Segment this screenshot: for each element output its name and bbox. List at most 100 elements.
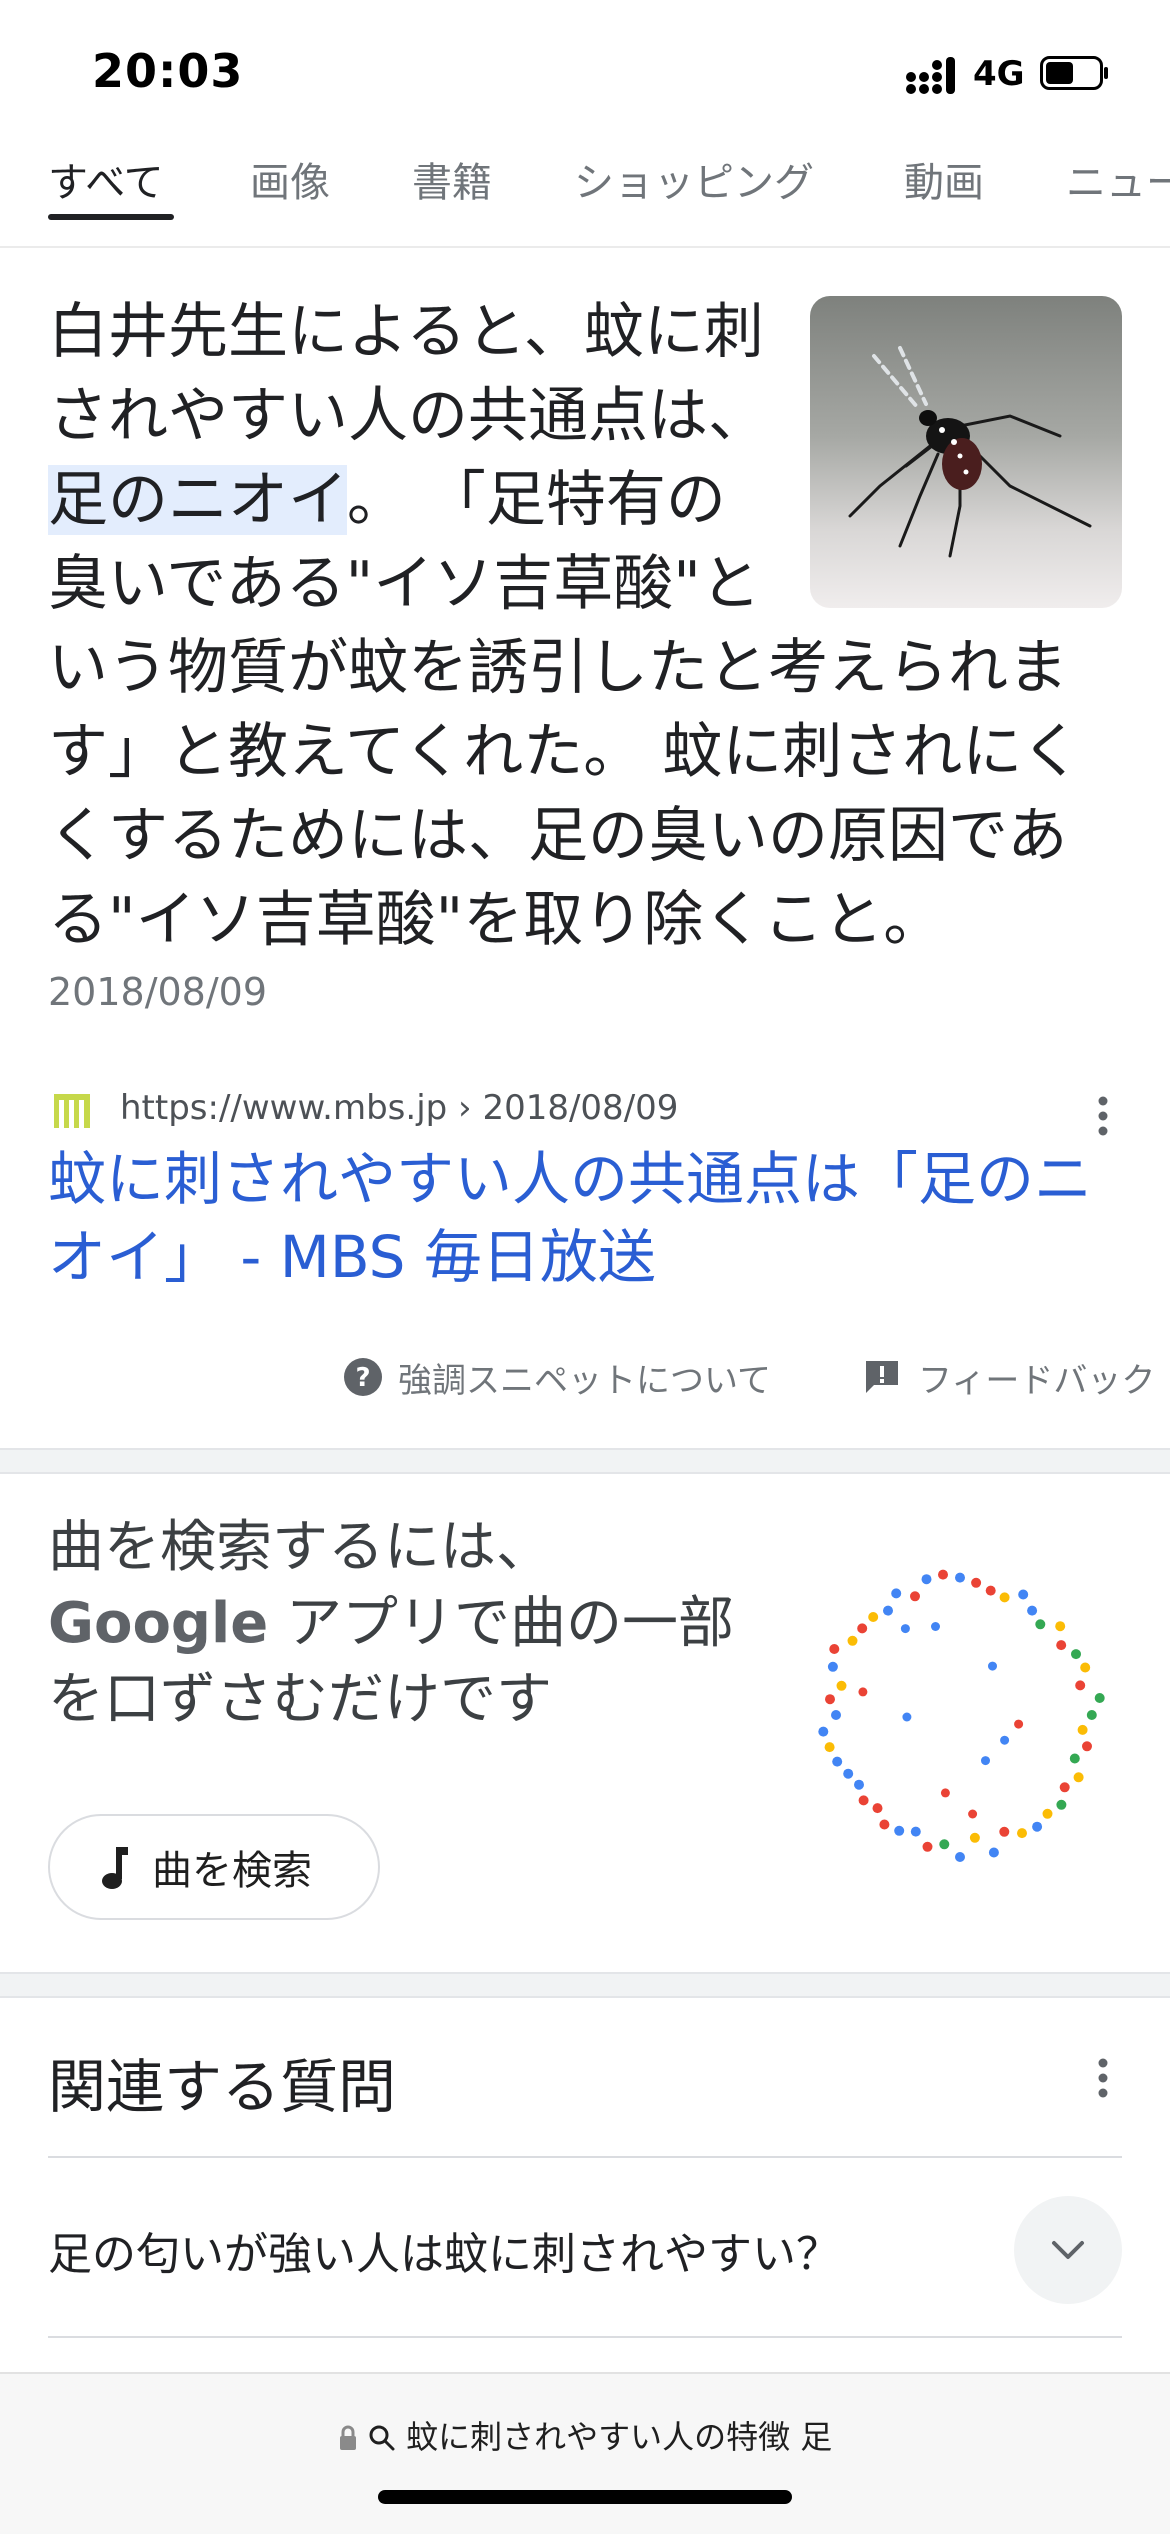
- sound-dot: [969, 1832, 980, 1843]
- sound-dot: [1077, 1724, 1088, 1735]
- sound-dot: [1075, 1680, 1086, 1691]
- sound-dot: [872, 1803, 883, 1814]
- related-divider: [48, 2156, 1122, 2158]
- sound-dot: [931, 1622, 940, 1631]
- sound-dot: [891, 1588, 902, 1599]
- sound-dot: [1080, 1662, 1091, 1673]
- feedback-label: フィードバック: [918, 1360, 1156, 1401]
- tab-videos[interactable]: 動画: [904, 150, 984, 208]
- feedback-button[interactable]: フィードバック: [862, 1352, 1155, 1402]
- sound-dot: [1035, 1619, 1046, 1630]
- sound-dot: [847, 1635, 858, 1646]
- sound-dot: [1069, 1753, 1080, 1764]
- status-time: 20:03: [92, 44, 244, 98]
- home-indicator: [378, 2490, 792, 2504]
- tab-images[interactable]: 画像: [250, 150, 330, 208]
- mbs-favicon-icon: [54, 1094, 90, 1128]
- sound-dot: [829, 1644, 840, 1654]
- search-icon: [369, 2425, 395, 2451]
- sound-dot: [883, 1605, 893, 1616]
- sound-dot: [1059, 1782, 1070, 1793]
- sound-dot: [988, 1661, 997, 1671]
- sound-dot: [938, 1569, 948, 1580]
- feedback-icon: [866, 1361, 898, 1393]
- search-tabs: すべて 画像 書籍 ショッピング 動画 ニュー: [0, 140, 1170, 248]
- search-query: 蚊に刺されやすい人の特徴 足: [406, 2418, 833, 2456]
- sound-dot: [971, 1577, 982, 1588]
- sound-dot: [1027, 1605, 1038, 1616]
- related-more-icon[interactable]: [1090, 2056, 1116, 2100]
- section-separator: [0, 1448, 1170, 1474]
- sound-dot: [968, 1809, 978, 1819]
- related-questions-title: 関連する質問: [48, 2053, 397, 2121]
- sound-dot: [922, 1841, 933, 1852]
- featured-snippet-text: 白井先生によると、蚊に刺されやすい人の共通点は、足のニオイ。 「足特有の臭いであ…: [48, 290, 1122, 962]
- tabs-divider: [0, 246, 1170, 248]
- snippet-text-start: 白井先生によると、蚊に刺されやすい人の共通点は、: [48, 297, 768, 451]
- section-separator-2: [0, 1972, 1170, 1998]
- about-label: 強調スニペットについて: [398, 1360, 771, 1401]
- lock-icon: [339, 2425, 356, 2450]
- sound-dot: [858, 1687, 868, 1697]
- sound-dot: [902, 1712, 912, 1722]
- sound-dot: [879, 1819, 890, 1830]
- about-featured-snippets[interactable]: ? 強調スニペットについて: [342, 1352, 771, 1402]
- source-title-link[interactable]: 蚊に刺されやすい人の共通点は「足のニオイ」 - MBS 毎日放送: [48, 1140, 1122, 1296]
- snippet-date: 2018/08/09: [48, 970, 268, 1014]
- sound-dot: [1086, 1710, 1097, 1720]
- svg-text:?: ?: [355, 1363, 370, 1393]
- sound-dot: [854, 1779, 864, 1790]
- sound-dot: [921, 1574, 932, 1585]
- sound-dots-icon: [818, 1569, 1105, 1862]
- search-song-button[interactable]: 曲を検索: [48, 1814, 380, 1920]
- sound-dot: [894, 1825, 905, 1836]
- sound-dot: [825, 1694, 835, 1705]
- snippet-highlight: 足のニオイ: [48, 465, 347, 535]
- sound-dot: [900, 1624, 910, 1634]
- network-type: 4G: [973, 54, 1025, 94]
- song-text-1: 曲を検索するには、: [48, 1515, 552, 1580]
- tab-shopping[interactable]: ショッピング: [574, 150, 814, 208]
- sound-dot: [824, 1742, 835, 1753]
- sound-dot: [1073, 1772, 1084, 1783]
- sound-dot: [981, 1756, 990, 1766]
- music-note-icon: [102, 1847, 128, 1889]
- sound-dot: [1055, 1621, 1066, 1632]
- sound-dot: [910, 1826, 921, 1837]
- sound-dot: [985, 1585, 996, 1596]
- cellular-signal-icon: [906, 57, 955, 94]
- song-search-text: 曲を検索するには、 Google アプリで曲の一部を口ずさむだけです: [48, 1510, 768, 1738]
- sound-dot: [1017, 1828, 1027, 1839]
- sound-dot: [1071, 1649, 1081, 1660]
- sound-dot: [827, 1661, 838, 1672]
- address-bar-content[interactable]: 蚊に刺されやすい人の特徴 足: [0, 2412, 1170, 2458]
- tab-news[interactable]: ニュー: [1066, 150, 1170, 208]
- sound-dot: [999, 1592, 1010, 1603]
- sound-dot: [999, 1826, 1010, 1837]
- sound-dot: [1056, 1640, 1067, 1651]
- sound-dot: [955, 1852, 965, 1862]
- sound-dot: [858, 1795, 869, 1806]
- sound-dot: [1094, 1693, 1105, 1703]
- sound-dot: [831, 1710, 841, 1720]
- sound-dot: [1032, 1821, 1043, 1832]
- related-question[interactable]: 足の匂いが強い人は蚊に刺されやすい？: [48, 2218, 840, 2282]
- sound-dot: [818, 1726, 829, 1737]
- sound-dot: [1014, 1719, 1024, 1729]
- help-circle-icon: ?: [344, 1358, 382, 1396]
- sound-dot: [1082, 1741, 1092, 1752]
- sound-dot: [836, 1680, 847, 1691]
- source-url[interactable]: https://www.mbs.jp › 2018/08/09: [120, 1088, 678, 1128]
- search-song-label: 曲を検索: [152, 1848, 312, 1894]
- related-divider-2: [48, 2336, 1122, 2338]
- active-tab-indicator: [48, 214, 174, 220]
- sound-dot: [1042, 1808, 1053, 1819]
- tab-all[interactable]: すべて: [48, 150, 164, 208]
- more-options-icon[interactable]: [1090, 1094, 1116, 1138]
- mosquito-image[interactable]: [810, 296, 1122, 608]
- expand-question-button[interactable]: [1014, 2196, 1122, 2304]
- tab-books[interactable]: 書籍: [412, 150, 492, 208]
- sound-dot: [940, 1788, 950, 1798]
- google-brand: Google: [48, 1591, 269, 1656]
- sound-dot: [1000, 1735, 1010, 1745]
